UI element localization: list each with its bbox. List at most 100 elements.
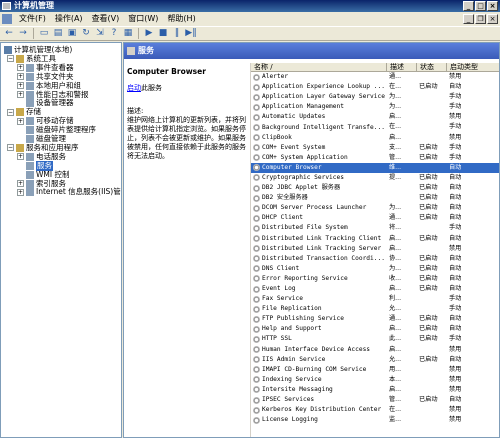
start-service-link[interactable]: 启动	[127, 84, 141, 92]
service-name: Error Reporting Service	[262, 274, 348, 282]
service-description-cell	[387, 193, 417, 203]
service-row[interactable]: Computer Browser 维... 自动	[251, 162, 499, 173]
window-menu-icon[interactable]	[2, 14, 12, 24]
service-row[interactable]: Application Management 为... 手动	[251, 102, 499, 112]
service-row[interactable]: License Logging 监... 禁用	[251, 415, 499, 425]
service-row[interactable]: Distributed Link Tracking Client 启... 已启动 自…	[251, 234, 499, 244]
expand-icon[interactable]: +	[17, 153, 24, 161]
expand-icon[interactable]: +	[17, 73, 24, 81]
stop-service-icon[interactable]: ■	[157, 28, 169, 39]
service-row[interactable]: Indexing Service 本... 禁用	[251, 375, 499, 385]
close-button[interactable]: ×	[487, 1, 498, 11]
service-row[interactable]: FTP Publishing Service 通... 已启动 自动	[251, 314, 499, 324]
forward-arrow-icon[interactable]: →	[17, 28, 29, 39]
service-row[interactable]: Automatic Updates 启... 禁用	[251, 112, 499, 122]
service-row[interactable]: File Replication 允... 手动	[251, 304, 499, 314]
service-row[interactable]: DHCP Client 通... 已启动 自动	[251, 213, 499, 223]
service-status-cell	[417, 415, 447, 425]
service-row[interactable]: Application Layer Gateway Service 为... 手动	[251, 92, 499, 102]
service-status-cell: 已启动	[419, 143, 438, 151]
restart-service-icon[interactable]: ▶‖	[185, 28, 197, 39]
service-row[interactable]: Background Intelligent Transfe... 在... 手动	[251, 122, 499, 132]
column-header-status[interactable]: 状态	[417, 63, 447, 71]
mdi-minimize-button[interactable]: _	[463, 14, 474, 24]
mdi-close-button[interactable]: ×	[487, 14, 498, 24]
gear-icon	[253, 214, 260, 222]
service-startup-type-cell: 自动	[449, 173, 462, 181]
column-header-name[interactable]: 名称 /	[251, 63, 387, 71]
show-hide-tree-icon[interactable]: ▤	[52, 28, 64, 39]
service-row[interactable]: Event Log 启... 已启动 自动	[251, 284, 499, 294]
menu-view[interactable]: 查看(V)	[89, 12, 126, 26]
menu-help[interactable]: 帮助(H)	[164, 12, 201, 26]
service-row[interactable]: Distributed File System 将... 手动	[251, 223, 499, 233]
service-row[interactable]: COM+ System Application 管... 已启动 手动	[251, 153, 499, 163]
tree-item-label: 设备管理器	[36, 98, 74, 108]
expand-icon[interactable]: +	[17, 82, 24, 90]
pause-service-icon[interactable]: ‖	[171, 28, 183, 39]
service-row[interactable]: Error Reporting Service 收... 已启动 自动	[251, 274, 499, 284]
gear-icon	[253, 285, 260, 293]
service-row[interactable]: IPSEC Services 管... 已启动 自动	[251, 395, 499, 405]
collapse-icon[interactable]: −	[7, 55, 14, 63]
minimize-button[interactable]: _	[463, 1, 474, 11]
service-row[interactable]: Cryptographic Services 提... 已启动 自动	[251, 173, 499, 183]
service-description-cell: 启...	[389, 385, 402, 393]
gear-icon	[253, 335, 260, 343]
service-row[interactable]: COM+ Event System 支... 已启动 手动	[251, 143, 499, 153]
service-row[interactable]: Human Interface Device Access 启... 禁用	[251, 345, 499, 355]
refresh-icon[interactable]: ↻	[80, 28, 92, 39]
maximize-button[interactable]: □	[475, 1, 486, 11]
service-row[interactable]: HTTP SSL 此... 已启动 手动	[251, 334, 499, 344]
view-icon[interactable]: ▦	[122, 28, 134, 39]
menu-file[interactable]: 文件(F)	[16, 12, 52, 26]
collapse-icon[interactable]: −	[7, 144, 14, 152]
service-name: Cryptographic Services	[262, 173, 344, 181]
service-row[interactable]: DB2 JDBC Applet 服务器 已启动 自动	[251, 183, 499, 193]
properties-icon[interactable]: ▣	[66, 28, 78, 39]
export-list-icon[interactable]: ⇲	[94, 28, 106, 39]
service-row[interactable]: Application Experience Lookup ... 在... 已启动…	[251, 82, 499, 92]
column-header-description[interactable]: 描述	[387, 63, 417, 71]
service-name: License Logging	[262, 416, 318, 424]
gear-icon	[253, 73, 260, 81]
up-folder-icon[interactable]: ▭	[38, 28, 50, 39]
back-arrow-icon[interactable]: ←	[3, 28, 15, 39]
service-row[interactable]: Intersite Messaging 启... 禁用	[251, 385, 499, 395]
service-description-cell: 将...	[389, 224, 402, 232]
service-row[interactable]: Help and Support 启... 已启动 自动	[251, 324, 499, 334]
service-status-cell	[417, 365, 447, 375]
expand-icon[interactable]: +	[17, 117, 24, 125]
start-service-line: 启动此服务	[127, 84, 247, 93]
start-service-icon[interactable]: ▶	[143, 28, 155, 39]
service-row[interactable]: Fax Service 利... 手动	[251, 294, 499, 304]
service-row[interactable]: DB2 安全服务器 已启动 自动	[251, 193, 499, 203]
service-row[interactable]: ClipBook 启... 禁用	[251, 133, 499, 143]
help-icon[interactable]: ?	[108, 28, 120, 39]
service-row[interactable]: Distributed Link Tracking Server 启... 禁用	[251, 244, 499, 254]
service-name: Distributed Link Tracking Server	[262, 244, 382, 252]
service-row[interactable]: DNS Client 为... 已启动 自动	[251, 264, 499, 274]
mdi-restore-button[interactable]: ❐	[475, 14, 486, 24]
expand-icon[interactable]: +	[17, 180, 24, 187]
column-header-startup-type[interactable]: 启动类型	[447, 63, 499, 71]
service-row[interactable]: IMAPI CD-Burning COM Service 用... 禁用	[251, 365, 499, 375]
tree-node-icon	[16, 143, 24, 152]
collapse-icon[interactable]: −	[7, 108, 14, 116]
expand-icon[interactable]: +	[17, 64, 24, 72]
service-status-cell	[417, 385, 447, 395]
service-name-cell: File Replication	[251, 304, 387, 314]
menu-window[interactable]: 窗口(W)	[125, 12, 164, 26]
service-row[interactable]: Distributed Transaction Coordi... 协... 已启动…	[251, 254, 499, 264]
expand-icon[interactable]: +	[17, 188, 24, 196]
tree-item[interactable]: + Internet 信息服务(IIS)管	[17, 187, 121, 197]
menu-action[interactable]: 操作(A)	[52, 12, 89, 26]
service-row[interactable]: Alerter 通... 禁用	[251, 72, 499, 82]
service-startup-type-cell: 自动	[449, 274, 462, 282]
service-row[interactable]: IIS Admin Service 允... 已启动 自动	[251, 355, 499, 365]
expand-icon[interactable]: +	[17, 91, 24, 98]
service-row[interactable]: DCOM Server Process Launcher 为... 已启动 自动	[251, 203, 499, 213]
gear-icon	[253, 376, 260, 384]
gear-icon	[253, 154, 260, 162]
service-row[interactable]: Kerberos Key Distribution Center 在... 禁用	[251, 405, 499, 415]
